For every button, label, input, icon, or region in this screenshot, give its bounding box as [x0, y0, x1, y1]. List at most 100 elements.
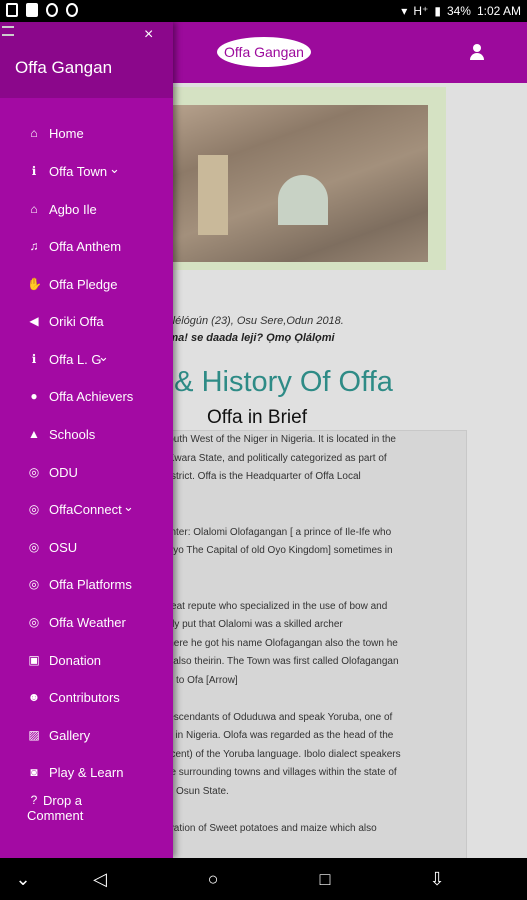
graduation-cap-icon: ▲ — [28, 427, 40, 441]
article-line: simply put that Olalomi was a skilled ar… — [151, 619, 343, 630]
signal-label: H⁺ — [413, 4, 429, 18]
home-icon: ⌂ — [30, 126, 38, 140]
drawer-item-label: Drop a Comment — [27, 793, 84, 823]
building-tower — [198, 155, 228, 235]
drawer-item-gallery[interactable]: ▨ Gallery — [0, 718, 173, 754]
system-nav-bar: ⌄ ◁ ○ □ ⇩ — [0, 858, 527, 900]
drawer-item-label: Offa Anthem — [49, 239, 122, 254]
drawer-item-offa-achievers[interactable]: ● Offa Achievers — [0, 379, 173, 415]
file-notification-icon — [26, 3, 38, 17]
drawer-item-drop-a-comment[interactable]: ? Drop a Comment — [0, 793, 173, 843]
drawer-item-play-learn[interactable]: ◙ Play & Learn — [0, 755, 173, 791]
article-line: the Kwara State, and politically categor… — [151, 452, 387, 464]
drawer-item-odu[interactable]: ◎ ODU — [0, 455, 173, 491]
target-icon: ◎ — [28, 577, 40, 591]
drawer-item-label: Offa Weather — [49, 615, 126, 630]
target-icon: ◎ — [28, 540, 40, 554]
chevron-down-icon: ⌄ — [109, 161, 120, 176]
article-line — [151, 487, 466, 506]
drawer-handle-icon — [2, 26, 14, 36]
drawer-item-label: OffaConnect — [49, 502, 122, 517]
drawer-item-label: Offa Town — [49, 164, 108, 179]
drawer-item-offa-anthem[interactable]: ♫ Offa Anthem — [0, 229, 173, 265]
user-icon-head — [473, 44, 481, 52]
drawer-item-label: Offa Achievers — [49, 389, 134, 404]
drawer-item-offa-pledge[interactable]: ✋ Offa Pledge — [0, 267, 173, 303]
article-body: in South West of the Niger in Nigeria. I… — [150, 430, 467, 858]
article-line — [151, 579, 466, 598]
user-icon[interactable] — [468, 44, 486, 62]
home-button[interactable]: ○ — [200, 866, 226, 892]
user-icon-body — [470, 53, 484, 60]
music-icon: ♫ — [29, 239, 39, 253]
article-line: ages in Nigeria. Olofa was regarded as t… — [151, 730, 394, 741]
article-line: oring Osun State. — [151, 785, 229, 797]
drawer-item-label: Schools — [49, 427, 96, 442]
drawer-item-oriki-offa[interactable]: ◀ Oriki Offa — [0, 304, 173, 340]
battery-text: 34% — [446, 4, 471, 18]
article-line: in South West of the Niger in Nigeria. I… — [151, 434, 396, 445]
drawer-item-offa-town[interactable]: ℹ Offa Town ⌄ — [0, 154, 173, 190]
bank-icon: ▣ — [28, 653, 40, 667]
download-button[interactable]: ⇩ — [424, 866, 450, 892]
info-icon: ℹ — [31, 352, 37, 366]
target-icon: ◎ — [28, 502, 40, 516]
article-line: of great repute who specialized in the u… — [151, 600, 388, 612]
status-bar: ▾ H⁺ ▮ 34% 1:02 AM — [0, 0, 527, 22]
drawer-item-label: Offa Platforms — [49, 577, 132, 592]
article-line — [151, 561, 466, 580]
wifi-icon: ▾ — [401, 4, 408, 18]
close-icon[interactable]: × — [144, 26, 153, 44]
article-line: ened to Ofa [Arrow] — [151, 674, 238, 686]
drawer-item-label: ODU — [49, 465, 78, 480]
speaker-icon: ◀ — [29, 314, 39, 328]
info-icon: ℹ — [31, 164, 37, 178]
image-icon: ▨ — [28, 728, 40, 742]
drawer-title: Offa Gangan — [15, 58, 113, 77]
brand-logo[interactable]: Offa Gangan — [217, 37, 311, 67]
drawer-item-contributors[interactable]: ☻ Contributors — [0, 680, 173, 716]
page-title: a & History Of Offa — [150, 366, 393, 398]
article-line — [151, 690, 466, 709]
drawer-item-label: Offa Pledge — [49, 277, 118, 292]
photo-caption-greeting: Ojuma! se daada leji? Ọmọ Ọlálọmi — [150, 332, 335, 344]
drawer-item-offa-weather[interactable]: ◎ Offa Weather — [0, 605, 173, 641]
mosque-dome — [278, 175, 328, 225]
article-line: e hunter: Olalomi Olofagangan [ a prince… — [151, 526, 392, 538]
signal-icon: ▮ — [434, 4, 441, 18]
recents-button[interactable]: □ — [312, 866, 338, 892]
collapse-button[interactable]: ⌄ — [10, 866, 36, 892]
clock: 1:02 AM — [476, 4, 521, 18]
drawer-item-label: Play & Learn — [49, 765, 124, 780]
article-line — [151, 801, 466, 820]
navigation-drawer: × Offa Gangan ⌂ Home ℹ Offa Town ⌄ ⌂ Agbo Ile ♫… — [0, 22, 173, 870]
drawer-item-home[interactable]: ⌂ Home — [0, 116, 173, 152]
drawer-item-label: Donation — [49, 653, 102, 668]
drawer-item-offa-l-g[interactable]: ℹ Offa L. G ⌄ — [0, 342, 173, 378]
back-button[interactable]: ◁ — [87, 866, 113, 892]
drawer-item-agbo-ile[interactable]: ⌂ Agbo Ile — [0, 192, 173, 228]
drawer-item-label: Offa L. G — [49, 352, 102, 367]
drawer-item-label: Gallery — [49, 728, 91, 743]
drawer-item-donation[interactable]: ▣ Donation — [0, 643, 173, 679]
drawer-item-osu[interactable]: ◎ OSU — [0, 530, 173, 566]
gamepad-icon: ◙ — [30, 765, 38, 779]
hand-icon: ✋ — [27, 277, 42, 291]
article-line: ame also theirin. The Town was first cal… — [151, 656, 399, 667]
article-line: for Oyo The Capital of old Oyo Kingdom] … — [151, 545, 393, 556]
drawer-item-label: OSU — [49, 540, 78, 555]
target-icon: ◎ — [28, 615, 40, 629]
article-line: of the surrounding towns and villages wi… — [151, 767, 397, 778]
city-photo — [150, 87, 446, 270]
article-line: t (accent) of the Yoruba language. Ibolo… — [151, 748, 401, 760]
drawer-item-label: Agbo Ile — [49, 202, 97, 217]
city-photo-image — [158, 105, 428, 262]
power-notification-icon — [66, 3, 78, 17]
drawer-item-schools[interactable]: ▲ Schools — [0, 417, 173, 453]
drawer-item-offaconnect[interactable]: ◎ OffaConnect ⌄ — [0, 492, 173, 528]
article-line: al District. Offa is the Headquarter of … — [151, 471, 361, 482]
article-line — [151, 505, 466, 524]
drawer-header: × Offa Gangan — [0, 22, 173, 98]
article-line: is where he got his name Olofagangan als… — [151, 637, 398, 649]
drawer-item-offa-platforms[interactable]: ◎ Offa Platforms — [0, 567, 173, 603]
